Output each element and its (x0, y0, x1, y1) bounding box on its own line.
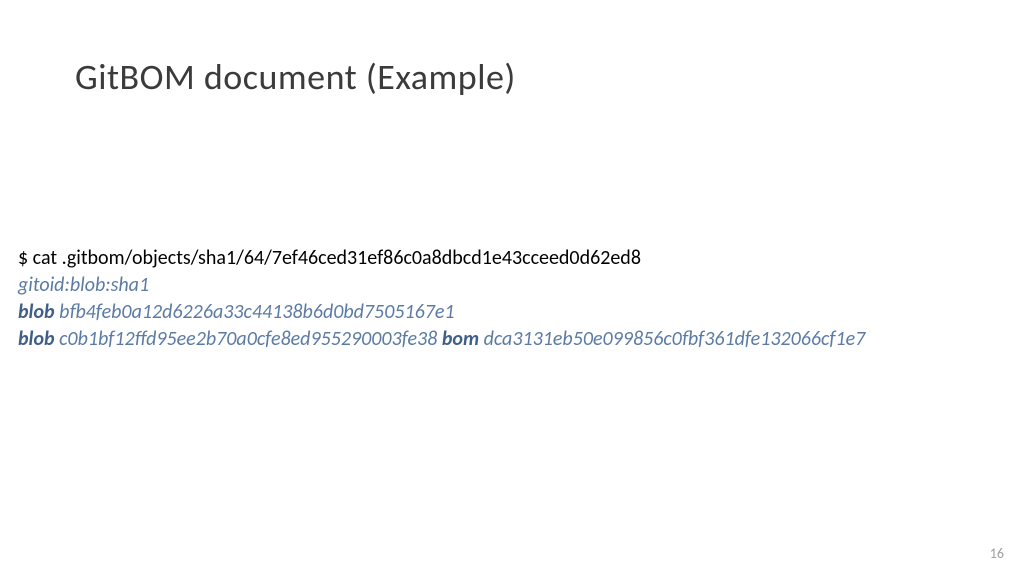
blob-entry-2: blob c0b1bf12ffd95ee2b70a0cfe8ed95529000… (18, 326, 1006, 353)
blob-keyword: blob (18, 327, 55, 351)
gitoid-header: gitoid:blob:sha1 (18, 272, 1006, 299)
blob-keyword: blob (18, 300, 55, 324)
slide-title: GitBOM document (Example) (75, 55, 516, 99)
blob-entry-1: blob bfb4feb0a12d6226a33c44138b6d0bd7505… (18, 299, 1006, 326)
page-number: 16 (990, 545, 1004, 562)
blob-hash: c0b1bf12ffd95ee2b70a0cfe8ed955290003fe38 (59, 327, 437, 351)
bom-keyword: bom (442, 327, 479, 351)
slide-content: $ cat .gitbom/objects/sha1/64/7ef46ced31… (18, 245, 1006, 353)
blob-hash: bfb4feb0a12d6226a33c44138b6d0bd7505167e1 (59, 300, 454, 324)
command-line: $ cat .gitbom/objects/sha1/64/7ef46ced31… (18, 245, 1006, 272)
bom-hash: dca3131eb50e099856c0fbf361dfe132066cf1e7 (484, 327, 866, 351)
